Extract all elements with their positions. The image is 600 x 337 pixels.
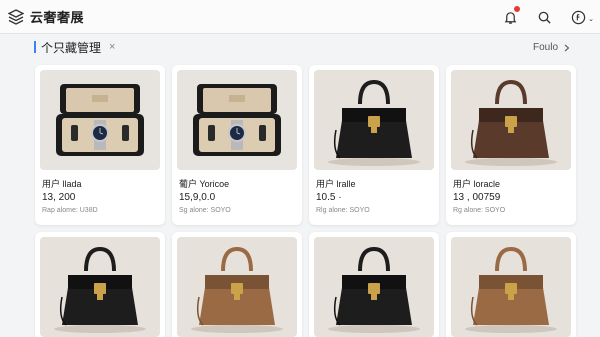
collection-card[interactable] <box>309 232 439 337</box>
account-icon <box>571 10 585 24</box>
notification-badge <box>514 6 520 12</box>
collection-card[interactable]: 用户 llada 13, 200 Rap alome: U38D <box>35 65 165 225</box>
handbag-image <box>451 237 571 337</box>
card-image <box>314 70 434 170</box>
card-price: 13, 200 <box>42 192 76 203</box>
collection-card[interactable] <box>35 232 165 337</box>
search-icon <box>538 11 551 24</box>
card-image <box>177 70 297 170</box>
handbag-image <box>40 237 160 337</box>
app-title: 云奢奢展 <box>30 10 85 25</box>
card-meta: Rlg alone: SOYO <box>316 207 370 214</box>
collection-card[interactable] <box>446 232 576 337</box>
card-image <box>451 70 571 170</box>
handbag-image <box>314 237 434 337</box>
collection-card[interactable]: 用户 loracle 13 , 00759 Rg alone: SOYO <box>446 65 576 225</box>
section-title: 个只藏管理 <box>41 40 102 55</box>
top-bar: 云奢奢展 ⌄ <box>0 0 600 34</box>
notification-button[interactable] <box>500 6 520 27</box>
logo-icon[interactable] <box>8 8 24 25</box>
card-name: 用户 loracle <box>453 179 501 189</box>
more-label: Foulo <box>532 42 558 53</box>
close-icon[interactable]: × <box>109 41 115 53</box>
collection-card[interactable]: 用户 lralle 10.5 · Rlg alone: SOYO <box>309 65 439 225</box>
card-name: 葡户 Yoricoe <box>179 179 230 189</box>
collection-card[interactable]: 葡户 Yoricoe 15,9,0.0 Sg alone: SOYO <box>172 65 302 225</box>
card-image <box>40 237 160 337</box>
card-price: 10.5 · <box>316 192 342 203</box>
section-header: 个只藏管理 × Foulo <box>0 34 600 60</box>
section-accent-bar <box>34 41 36 53</box>
account-button[interactable]: ⌄ <box>568 7 594 27</box>
more-link[interactable]: Foulo <box>533 42 570 53</box>
card-meta: Rg alone: SOYO <box>453 207 506 214</box>
card-image <box>177 237 297 337</box>
handbag-image <box>314 70 434 170</box>
card-name: 用户 lralle <box>316 179 356 189</box>
search-button[interactable] <box>534 7 554 27</box>
card-price: 13 , 00759 <box>453 192 501 203</box>
watch-box-image <box>177 70 297 170</box>
chevron-down-icon: ⌄ <box>588 16 594 23</box>
handbag-image <box>451 70 571 170</box>
card-image <box>40 70 160 170</box>
card-meta: Rap alome: U38D <box>42 207 98 214</box>
chevron-right-icon <box>564 44 570 51</box>
handbag-image <box>177 237 297 337</box>
collection-card[interactable] <box>172 232 302 337</box>
card-image <box>314 237 434 337</box>
card-meta: Sg alone: SOYO <box>179 207 231 214</box>
card-name: 用户 llada <box>42 179 82 189</box>
watch-box-image <box>40 70 160 170</box>
card-price: 15,9,0.0 <box>179 192 216 203</box>
card-image <box>451 237 571 337</box>
